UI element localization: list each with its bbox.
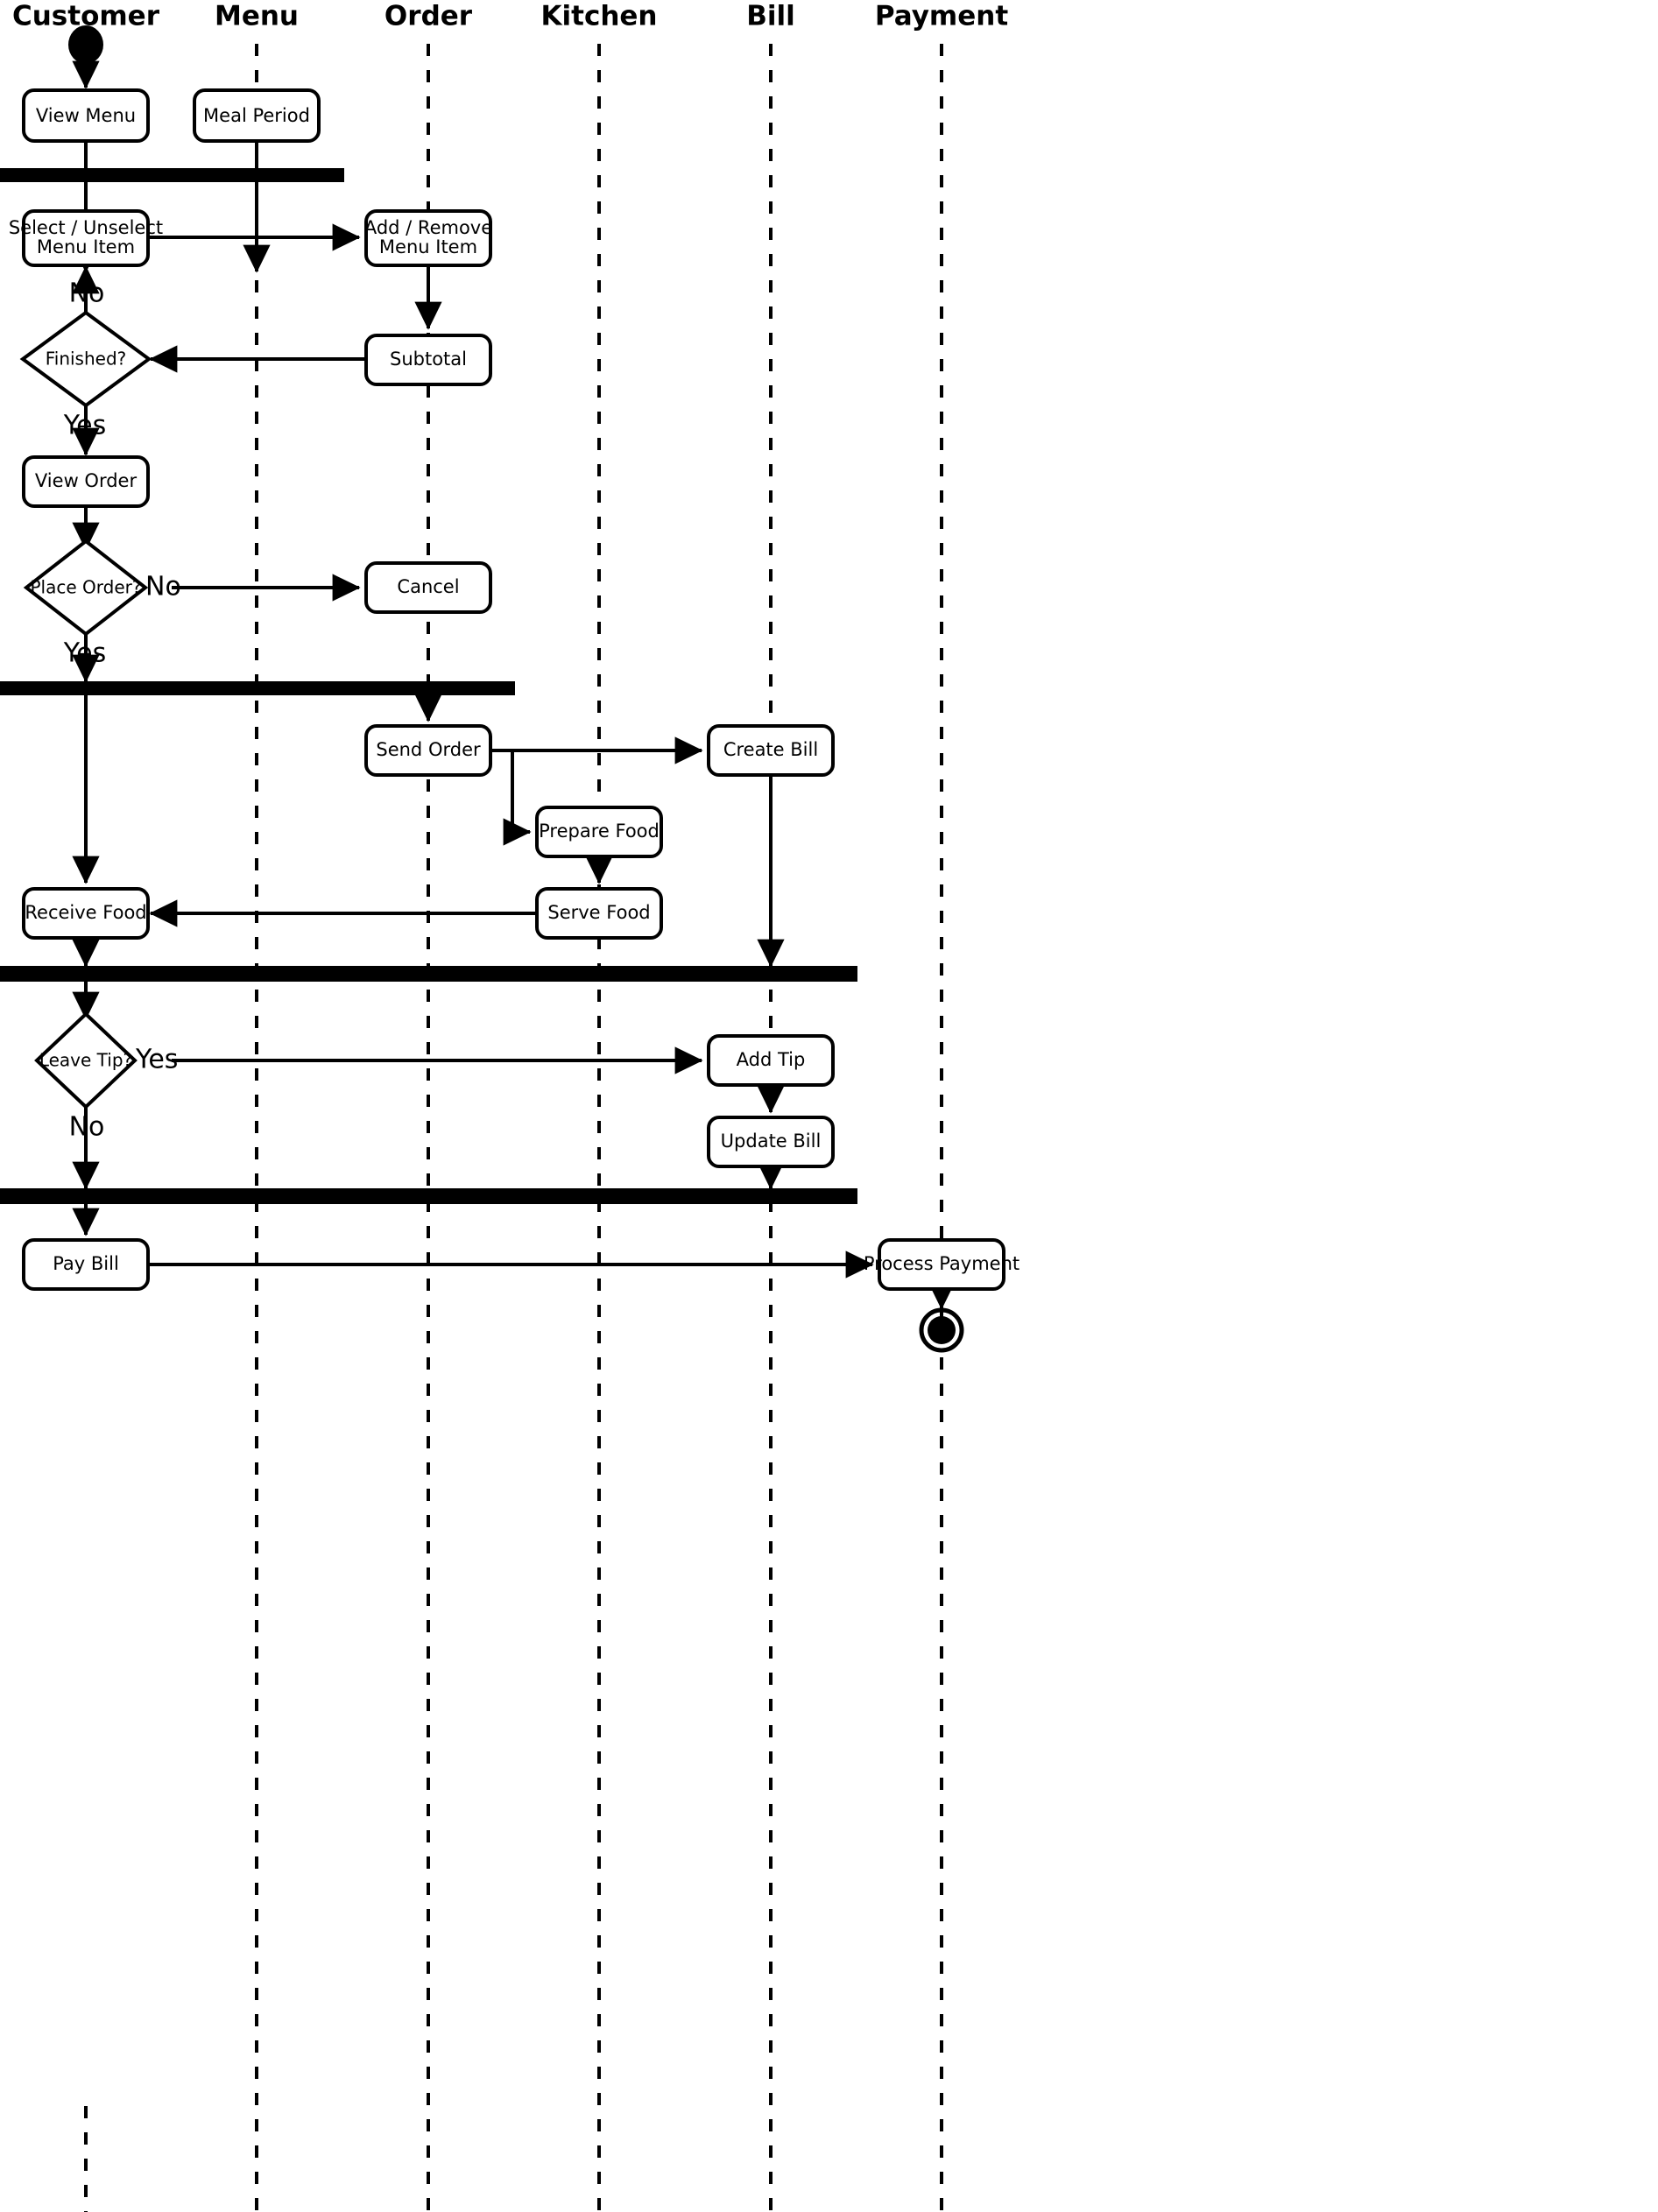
- action-process-payment-label: Process Payment: [864, 1253, 1019, 1274]
- node-pay-bill[interactable]: Pay Bill: [22, 1238, 150, 1291]
- action-add-tip-label: Add Tip: [737, 1049, 806, 1070]
- fork-bar-1: [0, 168, 344, 182]
- lane-title-bill: Bill: [746, 1, 795, 32]
- node-finished-decision[interactable]: Finished?: [19, 310, 152, 408]
- activity-diagram-canvas: Customer Menu Order Kitchen Bill Payment: [0, 0, 1658, 2212]
- lane-title-order: Order: [385, 1, 473, 32]
- action-send-order-label: Send Order: [376, 739, 481, 760]
- join-bar-1: [0, 966, 857, 982]
- guard-leave-tip-yes: Yes: [135, 1045, 178, 1075]
- node-select-unselect-menu-item[interactable]: Select / Unselect Menu Item: [9, 209, 163, 267]
- action-serve-food-label: Serve Food: [547, 902, 650, 923]
- guard-finished-yes: Yes: [63, 411, 106, 441]
- guard-finished-no: No: [69, 278, 105, 309]
- join-bar-2: [0, 1188, 857, 1204]
- action-prepare-food-label: Prepare Food: [539, 821, 660, 842]
- action-pay-bill-label: Pay Bill: [53, 1253, 119, 1274]
- action-add-remove-item-label-line1: Add / Remove: [364, 217, 492, 238]
- node-send-order[interactable]: Send Order: [364, 724, 492, 777]
- node-initial[interactable]: [68, 25, 103, 64]
- node-view-order[interactable]: View Order: [22, 455, 150, 508]
- decision-place-order-label: Place Order?: [31, 577, 142, 598]
- flow-send-order-to-prepare-food: [503, 750, 532, 846]
- lane-title-payment: Payment: [875, 1, 1008, 32]
- action-add-remove-item-label-line2: Menu Item: [379, 236, 477, 257]
- guard-labels: No Yes No Yes Yes No: [63, 278, 181, 1143]
- decision-finished-label: Finished?: [46, 349, 127, 370]
- node-create-bill[interactable]: Create Bill: [707, 724, 835, 777]
- node-process-payment[interactable]: Process Payment: [864, 1238, 1019, 1291]
- action-update-bill-label: Update Bill: [721, 1131, 822, 1152]
- action-create-bill-label: Create Bill: [723, 739, 818, 760]
- action-view-order-label: View Order: [35, 470, 138, 491]
- fork-bar-2: [0, 681, 515, 695]
- action-select-item-label-line1: Select / Unselect: [9, 217, 163, 238]
- action-select-item-label-line2: Menu Item: [37, 236, 135, 257]
- node-prepare-food[interactable]: Prepare Food: [535, 806, 663, 858]
- action-subtotal-label: Subtotal: [390, 349, 467, 370]
- guard-place-order-yes: Yes: [63, 638, 106, 669]
- node-serve-food[interactable]: Serve Food: [535, 887, 663, 940]
- lane-title-kitchen: Kitchen: [540, 1, 657, 32]
- decision-leave-tip-label: Leave Tip?: [39, 1050, 132, 1071]
- initial-node-icon[interactable]: [68, 25, 103, 64]
- guard-leave-tip-no: No: [69, 1112, 105, 1143]
- node-receive-food[interactable]: Receive Food: [22, 887, 150, 940]
- action-cancel-label: Cancel: [397, 576, 459, 597]
- node-view-menu[interactable]: View Menu: [22, 88, 150, 143]
- node-update-bill[interactable]: Update Bill: [707, 1116, 835, 1168]
- node-leave-tip-decision[interactable]: Leave Tip?: [34, 1011, 138, 1110]
- node-cancel[interactable]: Cancel: [364, 561, 492, 614]
- lane-title-menu: Menu: [215, 1, 299, 32]
- action-receive-food-label: Receive Food: [25, 902, 146, 923]
- node-meal-period[interactable]: Meal Period: [193, 88, 321, 143]
- node-subtotal[interactable]: Subtotal: [364, 334, 492, 386]
- lane-titles: Customer Menu Order Kitchen Bill Payment: [12, 1, 1008, 32]
- guard-place-order-no: No: [145, 572, 181, 602]
- node-add-remove-menu-item[interactable]: Add / Remove Menu Item: [364, 209, 492, 267]
- action-meal-period-label: Meal Period: [203, 105, 310, 126]
- final-node-icon[interactable]: [928, 1316, 956, 1344]
- activity-diagram: Customer Menu Order Kitchen Bill Payment: [0, 1, 1019, 2212]
- node-place-order-decision[interactable]: Place Order?: [23, 539, 149, 637]
- action-view-menu-label: View Menu: [36, 105, 136, 126]
- node-add-tip[interactable]: Add Tip: [707, 1034, 835, 1087]
